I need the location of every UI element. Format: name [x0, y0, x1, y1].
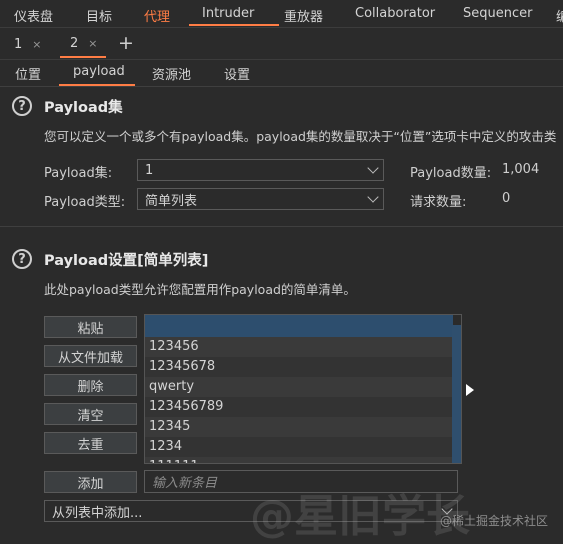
- request-tab-label: 2: [70, 36, 79, 51]
- payload-set-label: Payload集:: [44, 166, 113, 181]
- remove-button[interactable]: 删除: [44, 374, 137, 396]
- chevron-down-icon: [367, 162, 379, 174]
- menu-target[interactable]: 目标: [86, 6, 112, 25]
- list-item[interactable]: 123456: [145, 337, 453, 357]
- payload-count-label: Payload数量:: [410, 166, 492, 181]
- tab-payloads[interactable]: payload: [73, 64, 125, 79]
- menu-intruder[interactable]: Intruder: [202, 6, 254, 21]
- deduplicate-button[interactable]: 去重: [44, 432, 137, 454]
- help-icon[interactable]: ?: [12, 96, 32, 116]
- payload-type-select[interactable]: 简单列表: [137, 188, 384, 210]
- list-item[interactable]: qwerty: [145, 377, 453, 397]
- payload-list[interactable]: 123456 12345678 qwerty 123456789 12345 1…: [144, 314, 462, 464]
- request-count-value: 0: [502, 191, 511, 206]
- close-icon[interactable]: ×: [88, 37, 97, 50]
- payload-sets-description: 您可以定义一个或多个有payload集。payload集的数量取决于“位置”选项…: [44, 129, 557, 144]
- menu-dashboard[interactable]: 仪表盘: [14, 6, 53, 25]
- payload-type-label: Payload类型:: [44, 195, 126, 210]
- menu-collaborator[interactable]: Collaborator: [355, 6, 435, 21]
- add-from-list-label: 从列表中添加...: [52, 505, 143, 521]
- close-icon[interactable]: ×: [32, 38, 41, 51]
- payload-type-value: 简单列表: [145, 193, 198, 209]
- menu-proxy[interactable]: 代理: [144, 6, 170, 25]
- payload-count-value: 1,004: [502, 162, 540, 177]
- payload-set-value: 1: [145, 162, 154, 178]
- list-item[interactable]: 123456789: [145, 397, 453, 417]
- tab-positions[interactable]: 位置: [15, 64, 41, 83]
- watermark: @星旧学长: [250, 491, 470, 542]
- list-item-selected[interactable]: [145, 315, 453, 337]
- payload-settings-title: Payload设置[简单列表]: [44, 253, 209, 269]
- add-tab-icon[interactable]: +: [118, 31, 134, 55]
- request-tab-2[interactable]: 2 ×: [60, 31, 106, 58]
- request-tab-1[interactable]: 1 ×: [4, 31, 50, 58]
- attribution-text: @稀土掘金技术社区: [440, 514, 549, 528]
- chevron-down-icon: [367, 191, 379, 203]
- request-count-label: 请求数量:: [410, 195, 467, 210]
- payload-set-select[interactable]: 1: [137, 159, 384, 181]
- section-divider: [0, 226, 563, 227]
- list-item[interactable]: 111111: [145, 457, 453, 463]
- tab-settings[interactable]: 设置: [224, 64, 250, 83]
- paste-button[interactable]: 粘贴: [44, 316, 137, 338]
- list-item[interactable]: 1234: [145, 437, 453, 457]
- menu-repeater[interactable]: 重放器: [284, 6, 323, 25]
- request-tab-label: 1: [14, 37, 23, 52]
- clear-button[interactable]: 清空: [44, 403, 137, 425]
- subtab-divider: [0, 86, 563, 87]
- menu-sequencer[interactable]: Sequencer: [463, 6, 532, 21]
- list-item[interactable]: 12345678: [145, 357, 453, 377]
- cursor-arrow-icon: [466, 384, 474, 396]
- payload-sets-title: Payload集: [44, 100, 123, 116]
- tab-resource-pool[interactable]: 资源池: [152, 64, 191, 83]
- help-icon[interactable]: ?: [12, 249, 32, 269]
- add-button[interactable]: 添加: [44, 471, 137, 493]
- list-item[interactable]: 12345: [145, 417, 453, 437]
- menu-intruder-underline: [189, 24, 279, 26]
- list-scrollbar[interactable]: [452, 325, 461, 463]
- load-file-button[interactable]: 从文件加载: [44, 345, 137, 367]
- menu-overflow[interactable]: 编: [556, 6, 563, 25]
- payload-settings-description: 此处payload类型允许您配置用作payload的简单清单。: [44, 282, 356, 297]
